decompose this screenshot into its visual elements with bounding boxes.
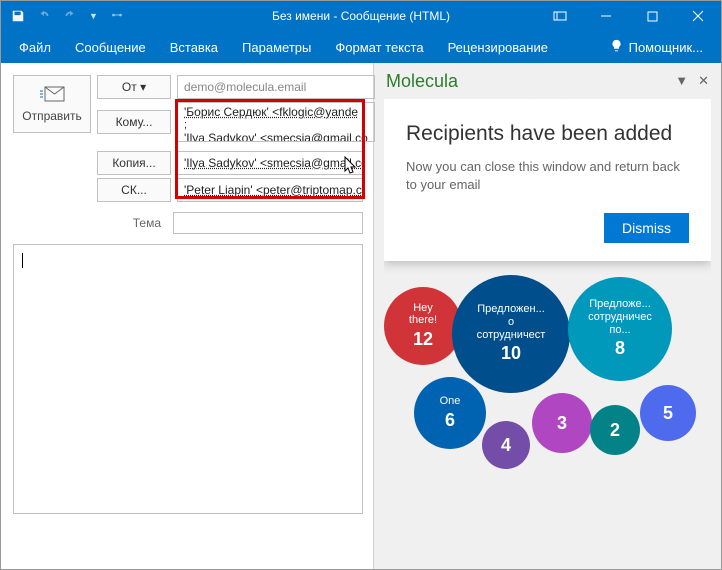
send-label: Отправить [22,109,82,123]
to-button[interactable]: Кому... [97,110,171,134]
bubble-item[interactable]: Heythere! 12 [384,287,462,365]
bubble-label: по... [609,324,630,337]
ribbon: Файл Сообщение Вставка Параметры Формат … [1,31,721,63]
bubble-label: Предложе... [589,298,651,311]
card-heading: Recipients have been added [406,121,689,146]
bubble-count: 10 [501,343,521,364]
card-body: Now you can close this window and return… [406,158,689,194]
bubble-chart: Heythere!12Предложен...осотрудничест10Пр… [384,267,711,507]
compose-area: Отправить От ▾ demo@molecula.email Кому.… [1,63,373,569]
bubble-label: сотрудничест [477,329,546,342]
notification-card: Recipients have been added Now you can c… [384,99,711,261]
bubble-count: 5 [663,403,673,424]
pane-header: Molecula ▼ ✕ [374,63,721,99]
cc-button[interactable]: Копия... [97,151,171,175]
bubble-count: 4 [501,435,511,456]
bubble-item[interactable]: 3 [532,393,592,453]
dismiss-button[interactable]: Dismiss [604,213,689,243]
cc-field[interactable]: 'Ilya Sadykov' <smecsia@gmail.co [177,151,363,175]
message-body[interactable] [13,244,363,514]
bubble-label: о [508,316,514,329]
bubble-count: 3 [557,413,567,434]
bubble-count: 6 [445,410,455,431]
subject-input[interactable] [174,215,362,229]
recipient[interactable]: 'Peter Liapin' <peter@triptomap.c [184,183,362,197]
to-field[interactable]: 'Борис Сердюк' <fklogic@yande ; 'Ilya Sa… [177,102,375,142]
tab-message[interactable]: Сообщение [75,40,146,55]
tell-me[interactable]: Помощник... [610,39,703,55]
redo-icon[interactable] [63,9,77,23]
bubble-label: One [440,395,461,408]
bubble-label: Предложен... [477,303,545,316]
bubble-label: Hey [413,302,433,315]
recipient[interactable]: 'Борис Сердюк' <fklogic@yande [184,105,368,119]
titlebar: ▼ Без имени - Сообщение (HTML) [1,1,721,31]
bubble-item[interactable]: Предложен...осотрудничест10 [452,275,570,393]
lightbulb-icon [610,39,623,55]
bubble-count: 12 [413,329,433,350]
close-button[interactable] [675,2,721,31]
task-pane: Molecula ▼ ✕ Recipients have been added … [374,63,721,569]
from-field[interactable]: demo@molecula.email [177,75,375,99]
bcc-field[interactable]: 'Peter Liapin' <peter@triptomap.c [177,178,363,202]
bubble-count: 2 [610,420,620,441]
bubble-item[interactable]: One 6 [414,377,486,449]
bubble-label: сотрудничес [588,311,652,324]
from-value: demo@molecula.email [184,80,306,94]
minimize-button[interactable] [583,2,629,31]
pane-menu-icon[interactable]: ▼ [675,73,688,89]
quick-access-toolbar: ▼ [1,8,124,25]
recipient[interactable]: 'Ilya Sadykov' <smecsia@gmail.co [184,156,363,170]
subject-label: Тема [13,216,173,230]
tab-file[interactable]: Файл [19,40,51,55]
bcc-button[interactable]: СК... [97,178,171,202]
maximize-button[interactable] [629,2,675,31]
bubble-item[interactable]: 2 [590,405,640,455]
window-controls [537,2,721,31]
send-icon [39,86,65,105]
tab-review[interactable]: Рецензирование [448,40,548,55]
from-button[interactable]: От ▾ [97,75,171,99]
send-button[interactable]: Отправить [13,75,91,133]
tell-me-label: Помощник... [629,40,703,55]
ribbon-options-icon[interactable] [537,2,583,31]
bubble-item[interactable]: 4 [482,421,530,469]
recipient[interactable]: 'Ilya Sadykov' <smecsia@gmail.co [184,131,368,142]
bubble-count: 8 [615,338,625,359]
tab-options[interactable]: Параметры [242,40,311,55]
pane-close-icon[interactable]: ✕ [698,73,709,89]
bubble-item[interactable]: 5 [640,385,696,441]
bubble-label: there! [409,314,437,327]
save-icon[interactable] [11,9,25,23]
touch-mode-icon[interactable] [110,8,124,25]
tab-format[interactable]: Формат текста [335,40,423,55]
subject-field[interactable] [173,212,363,234]
bubble-item[interactable]: Предложе...сотрудничеспо...8 [568,277,672,381]
pane-title: Molecula [386,71,458,92]
tab-insert[interactable]: Вставка [170,40,218,55]
qat-dropdown-icon[interactable]: ▼ [89,11,98,21]
undo-icon[interactable] [37,9,51,23]
